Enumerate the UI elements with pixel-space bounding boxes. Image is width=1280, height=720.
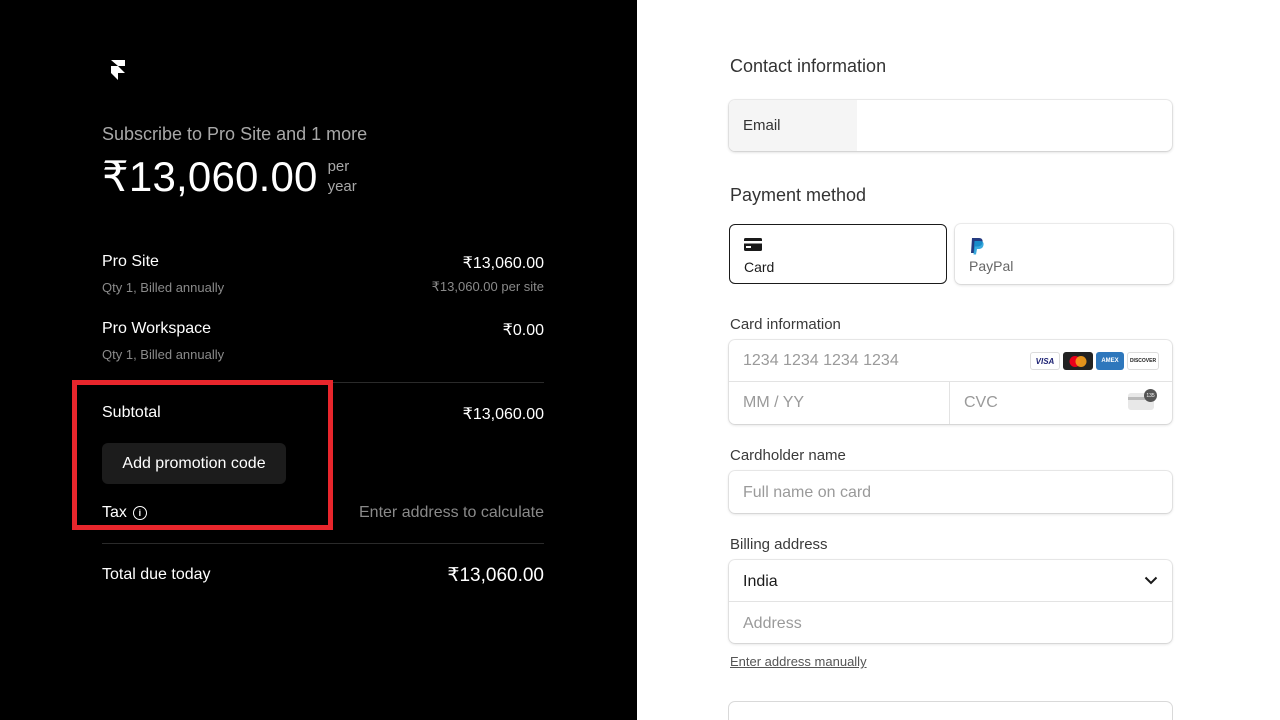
mastercard-icon — [1063, 352, 1093, 370]
card-information-group: 1234 1234 1234 1234 VISA AMEX DISCOVER M… — [729, 340, 1172, 424]
payment-method-card[interactable]: Card — [729, 224, 947, 284]
divider — [729, 601, 1172, 602]
email-label: Email — [743, 117, 781, 134]
enter-address-manually-link[interactable]: Enter address manually — [730, 654, 867, 669]
payment-method-paypal[interactable]: PayPal — [955, 224, 1173, 284]
card-information-label: Card information — [730, 316, 841, 333]
cvc-input[interactable]: CVC — [964, 394, 998, 412]
divider — [949, 381, 950, 424]
cvc-badge: 135 — [1144, 389, 1157, 402]
line-item-amount: ₹13,060.00 — [462, 255, 544, 272]
contact-information-title: Contact information — [730, 56, 887, 76]
credit-card-icon — [744, 238, 762, 251]
cardholder-placeholder: Full name on card — [743, 484, 872, 501]
line-item-pro-workspace: Pro Workspace Qty 1, Billed annually ₹0.… — [102, 320, 544, 362]
amex-icon: AMEX — [1096, 352, 1124, 370]
subtotal-amount: ₹13,060.00 — [462, 406, 544, 423]
total-amount: ₹13,060.00 — [447, 565, 544, 586]
price-amount: ₹13,060.00 — [102, 153, 318, 200]
per-text: per — [327, 158, 350, 175]
divider — [102, 543, 544, 544]
payment-form-panel: Contact information Email Payment method… — [637, 0, 1280, 720]
order-summary-panel: Subscribe to Pro Site and 1 more ₹13,060… — [0, 0, 637, 720]
payment-method-title: Payment method — [730, 185, 867, 205]
cvc-card-icon: 135 — [1128, 389, 1157, 410]
divider — [729, 381, 1172, 382]
highlight-annotation-box — [72, 380, 333, 530]
country-value: India — [743, 573, 778, 590]
line-item-name: Pro Workspace — [102, 320, 212, 337]
email-field[interactable]: Email — [729, 100, 1172, 151]
paypal-label: PayPal — [969, 258, 1014, 274]
address-input[interactable]: Address — [743, 615, 802, 633]
paypal-icon — [971, 238, 984, 255]
chevron-down-icon — [1144, 576, 1158, 585]
save-info-checkbox-box[interactable] — [729, 702, 1172, 720]
line-item-amount: ₹0.00 — [502, 322, 544, 339]
price-row: ₹13,060.00 per year — [102, 152, 357, 202]
expiry-input[interactable]: MM / YY — [743, 394, 804, 412]
tax-value: Enter address to calculate — [359, 504, 544, 521]
line-item-unit-price: ₹13,060.00 per site — [431, 279, 544, 294]
billing-address-label: Billing address — [730, 536, 828, 553]
discover-icon: DISCOVER — [1127, 352, 1159, 370]
card-number-input[interactable]: 1234 1234 1234 1234 — [743, 352, 899, 370]
total-label: Total due today — [102, 566, 211, 583]
cardholder-name-label: Cardholder name — [730, 447, 846, 464]
year-text: year — [327, 178, 357, 195]
billing-address-group: India Address — [729, 560, 1172, 643]
visa-icon: VISA — [1030, 352, 1060, 370]
line-item-detail: Qty 1, Billed annually — [102, 347, 225, 362]
line-item-pro-site: Pro Site Qty 1, Billed annually ₹13,060.… — [102, 253, 544, 295]
cardholder-name-input[interactable]: Full name on card — [729, 471, 1172, 513]
subscribe-text: Subscribe to Pro Site and 1 more — [102, 124, 368, 144]
card-label: Card — [744, 259, 775, 275]
framer-logo-icon — [111, 60, 125, 80]
country-select[interactable]: India — [729, 560, 1172, 601]
billing-period: per year — [328, 157, 357, 197]
